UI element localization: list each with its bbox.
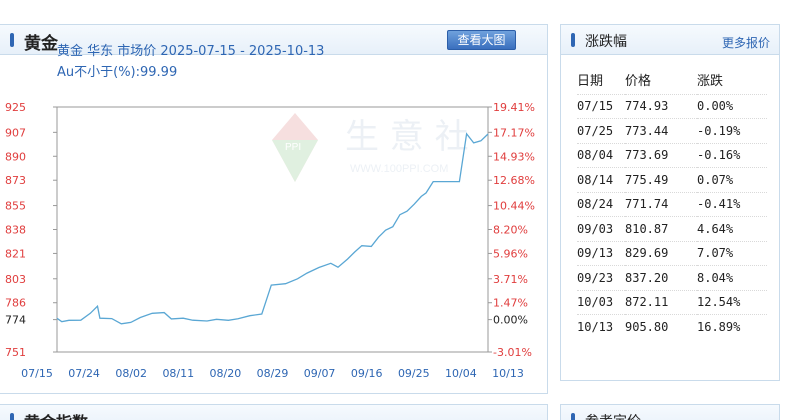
x-tick-label: 07/24: [68, 367, 100, 380]
x-tick-label: 09/07: [304, 367, 336, 380]
y-left-tick-label: 751: [5, 346, 26, 359]
panel-title: 黄金指数: [24, 409, 88, 420]
row-change: -0.19%: [697, 118, 767, 143]
index-panel-header: 黄金指数: [0, 404, 548, 420]
y-right-tick-label: 3.71%: [493, 273, 528, 286]
table-row: 08/04 773.69 -0.16%: [577, 142, 767, 168]
panel-header: 涨跌幅 更多报价: [561, 25, 779, 55]
row-date: 08/24: [577, 191, 625, 217]
row-change: 12.54%: [697, 289, 767, 315]
price-table: 日期 价格 涨跌 07/15 774.93 0.00% 07/25 773.44 -0.1…: [577, 65, 767, 339]
y-right-tick-label: 14.93%: [493, 150, 535, 163]
row-change: -0.16%: [697, 142, 767, 168]
row-date: 09/23: [577, 265, 625, 290]
y-right-tick-label: 8.20%: [493, 224, 528, 237]
row-date: 08/04: [577, 142, 625, 168]
table-row: 09/23 837.20 8.04%: [577, 265, 767, 290]
row-price: 829.69: [625, 240, 697, 266]
y-left-tick-label: 821: [5, 247, 26, 260]
row-date: 09/03: [577, 216, 625, 241]
row-date: 07/25: [577, 118, 625, 143]
y-left-tick-label: 855: [5, 200, 26, 213]
row-price: 774.93: [625, 93, 697, 119]
row-change: 7.07%: [697, 240, 767, 266]
table-row: 10/03 872.11 12.54%: [577, 289, 767, 315]
panel-title: 涨跌幅: [585, 34, 627, 50]
y-left-tick-label: 838: [5, 224, 26, 237]
watermark-text: 生 意 社: [345, 117, 469, 157]
header-bar-icon: [571, 33, 575, 47]
x-tick-label: 07/15: [21, 367, 53, 380]
header-bar-icon: [571, 413, 575, 420]
more-quotes-link[interactable]: 更多报价: [722, 34, 770, 51]
y-left-tick-label: 873: [5, 174, 26, 187]
table-row: 08/24 771.74 -0.41%: [577, 191, 767, 217]
row-date: 09/13: [577, 240, 625, 266]
x-axis: 07/15 07/24 08/02 08/11 08/20 08/29 09/07 09/16…: [21, 367, 524, 380]
row-change: 16.89%: [697, 314, 767, 339]
row-date: 07/15: [577, 93, 625, 119]
table-row: 10/13 905.80 16.89%: [577, 314, 767, 339]
table-row: 08/14 775.49 0.07%: [577, 167, 767, 192]
y-left-tick-label: 925: [5, 101, 26, 114]
row-change: 4.64%: [697, 216, 767, 241]
row-price: 837.20: [625, 265, 697, 290]
table-header-row: 日期 价格 涨跌: [577, 65, 767, 94]
header-date: 日期: [577, 73, 604, 89]
x-tick-label: 08/02: [115, 367, 147, 380]
header-change: 涨跌: [697, 73, 724, 89]
reference-price-panel-header: 参考定价: [560, 404, 780, 420]
y-right-tick-label: -3.01%: [493, 346, 532, 359]
x-tick-label: 10/04: [445, 367, 477, 380]
panel-title: 参考定价: [585, 411, 641, 420]
y-right-tick-label: 0.00%: [493, 314, 528, 327]
y-left-tick-label: 890: [5, 150, 26, 163]
x-tick-label: 08/29: [257, 367, 289, 380]
table-row: 09/13 829.69 7.07%: [577, 240, 767, 266]
price-line-chart: PPI 生 意 社 WWW.100PPI.COM 925 907 890 873 855…: [5, 101, 535, 380]
x-tick-label: 08/11: [162, 367, 194, 380]
header-bar-icon: [10, 413, 14, 420]
x-tick-label: 09/16: [351, 367, 383, 380]
watermark-logo-text: PPI: [285, 142, 301, 153]
row-price: 773.44: [625, 118, 697, 143]
row-change: 8.04%: [697, 265, 767, 290]
row-price: 905.80: [625, 314, 697, 339]
change-panel: 涨跌幅 更多报价 日期 价格 涨跌 07/15 774.93 0.00% 07/25 7…: [560, 24, 780, 381]
watermark: PPI 生 意 社 WWW.100PPI.COM: [272, 113, 469, 182]
y-right-tick-label: 10.44%: [493, 200, 535, 213]
header-price: 价格: [625, 73, 652, 89]
y-axis-left: 925 907 890 873 855 838 821 803 786 774 751: [5, 101, 57, 359]
x-tick-label: 08/20: [210, 367, 242, 380]
row-price: 771.74: [625, 191, 697, 217]
watermark-url: WWW.100PPI.COM: [350, 163, 448, 175]
y-left-tick-label: 803: [5, 273, 26, 286]
y-right-tick-label: 1.47%: [493, 297, 528, 310]
table-row: 07/25 773.44 -0.19%: [577, 118, 767, 143]
row-change: 0.07%: [697, 167, 767, 192]
y-left-tick-label: 907: [5, 126, 26, 139]
y-left-tick-label: 786: [5, 297, 26, 310]
y-right-tick-label: 19.41%: [493, 101, 535, 114]
row-date: 10/13: [577, 314, 625, 339]
row-price: 810.87: [625, 216, 697, 241]
row-date: 10/03: [577, 289, 625, 315]
x-tick-label: 09/25: [398, 367, 430, 380]
row-price: 872.11: [625, 289, 697, 315]
row-change: -0.41%: [697, 191, 767, 217]
y-right-tick-label: 5.96%: [493, 247, 528, 260]
y-right-tick-label: 17.17%: [493, 126, 535, 139]
table-row: 09/03 810.87 4.64%: [577, 216, 767, 241]
y-right-tick-label: 12.68%: [493, 174, 535, 187]
x-tick-label: 10/13: [492, 367, 524, 380]
row-date: 08/14: [577, 167, 625, 192]
y-left-tick-label: 774: [5, 314, 26, 327]
table-row: 07/15 774.93 0.00%: [577, 93, 767, 119]
row-price: 775.49: [625, 167, 697, 192]
row-change: 0.00%: [697, 93, 767, 119]
row-price: 773.69: [625, 142, 697, 168]
y-axis-right: 19.41% 17.17% 14.93% 12.68% 10.44% 8.20% 5.96%…: [488, 101, 535, 359]
